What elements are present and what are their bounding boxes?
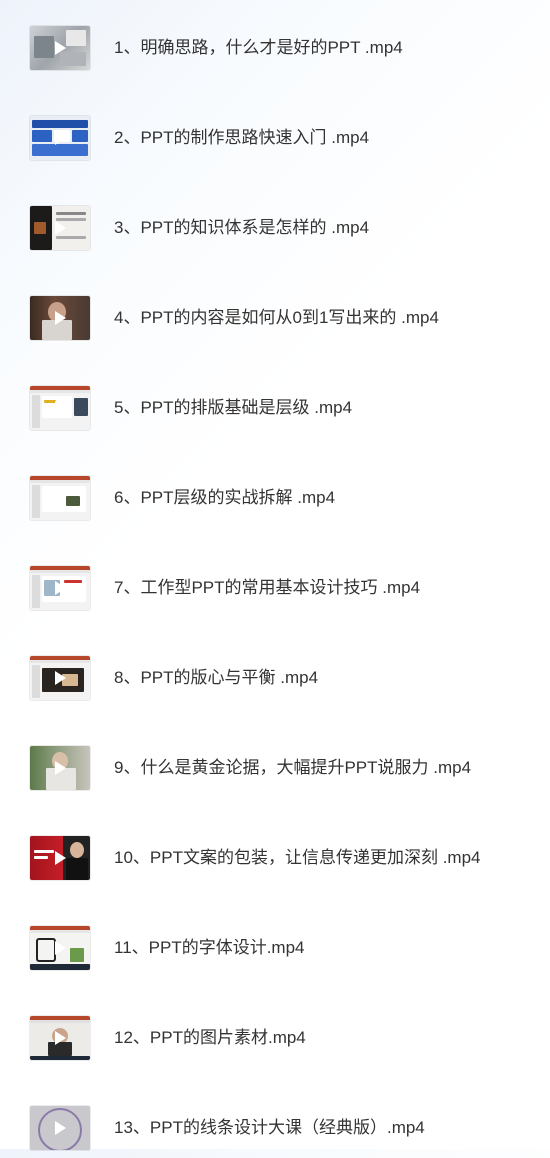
- play-icon[interactable]: [52, 1030, 68, 1046]
- play-icon[interactable]: [52, 220, 68, 236]
- video-item-12[interactable]: 12、PPT的图片素材.mp4: [0, 1008, 550, 1068]
- video-title[interactable]: 3、PPT的知识体系是怎样的 .mp4: [114, 217, 369, 239]
- video-title[interactable]: 4、PPT的内容是如何从0到1写出来的 .mp4: [114, 307, 439, 329]
- video-thumbnail[interactable]: [30, 926, 90, 970]
- video-title[interactable]: 13、PPT的线条设计大课（经典版）.mp4: [114, 1117, 425, 1139]
- video-title[interactable]: 2、PPT的制作思路快速入门 .mp4: [114, 127, 369, 149]
- video-thumbnail[interactable]: [30, 296, 90, 340]
- play-icon[interactable]: [52, 40, 68, 56]
- play-icon[interactable]: [52, 490, 68, 506]
- video-thumbnail[interactable]: [30, 1106, 90, 1150]
- video-item-11[interactable]: 11、PPT的字体设计.mp4: [0, 918, 550, 978]
- video-thumbnail[interactable]: [30, 1016, 90, 1060]
- video-title[interactable]: 1、明确思路，什么才是好的PPT .mp4: [114, 37, 403, 59]
- play-icon[interactable]: [52, 670, 68, 686]
- play-icon[interactable]: [52, 580, 68, 596]
- video-title[interactable]: 7、工作型PPT的常用基本设计技巧 .mp4: [114, 577, 420, 599]
- video-thumbnail[interactable]: [30, 26, 90, 70]
- play-icon[interactable]: [52, 400, 68, 416]
- video-item-5[interactable]: 5、PPT的排版基础是层级 .mp4: [0, 378, 550, 438]
- video-item-2[interactable]: 2、PPT的制作思路快速入门 .mp4: [0, 108, 550, 168]
- video-item-10[interactable]: 10、PPT文案的包装，让信息传递更加深刻 .mp4: [0, 828, 550, 888]
- video-thumbnail[interactable]: [30, 566, 90, 610]
- play-icon[interactable]: [52, 760, 68, 776]
- video-item-13[interactable]: 13、PPT的线条设计大课（经典版）.mp4: [0, 1098, 550, 1158]
- video-title[interactable]: 6、PPT层级的实战拆解 .mp4: [114, 487, 335, 509]
- video-list: 1、明确思路，什么才是好的PPT .mp4 2、PPT的制作思路快速入门 .mp…: [0, 0, 550, 1150]
- video-item-4[interactable]: 4、PPT的内容是如何从0到1写出来的 .mp4: [0, 288, 550, 348]
- video-title[interactable]: 10、PPT文案的包装，让信息传递更加深刻 .mp4: [114, 847, 481, 869]
- video-item-9[interactable]: 9、什么是黄金论据，大幅提升PPT说服力 .mp4: [0, 738, 550, 798]
- video-thumbnail[interactable]: [30, 836, 90, 880]
- video-title[interactable]: 11、PPT的字体设计.mp4: [114, 937, 305, 959]
- video-thumbnail[interactable]: [30, 476, 90, 520]
- video-item-7[interactable]: 7、工作型PPT的常用基本设计技巧 .mp4: [0, 558, 550, 618]
- play-icon[interactable]: [52, 940, 68, 956]
- play-icon[interactable]: [52, 130, 68, 146]
- video-title[interactable]: 12、PPT的图片素材.mp4: [114, 1027, 306, 1049]
- play-icon[interactable]: [52, 310, 68, 326]
- video-thumbnail[interactable]: [30, 116, 90, 160]
- video-title[interactable]: 8、PPT的版心与平衡 .mp4: [114, 667, 318, 689]
- video-item-1[interactable]: 1、明确思路，什么才是好的PPT .mp4: [0, 18, 550, 78]
- play-icon[interactable]: [52, 1120, 68, 1136]
- video-item-8[interactable]: 8、PPT的版心与平衡 .mp4: [0, 648, 550, 708]
- video-item-3[interactable]: 3、PPT的知识体系是怎样的 .mp4: [0, 198, 550, 258]
- video-thumbnail[interactable]: [30, 656, 90, 700]
- video-title[interactable]: 9、什么是黄金论据，大幅提升PPT说服力 .mp4: [114, 757, 471, 779]
- video-title[interactable]: 5、PPT的排版基础是层级 .mp4: [114, 397, 352, 419]
- video-thumbnail[interactable]: [30, 746, 90, 790]
- video-item-6[interactable]: 6、PPT层级的实战拆解 .mp4: [0, 468, 550, 528]
- play-icon[interactable]: [52, 850, 68, 866]
- video-thumbnail[interactable]: [30, 386, 90, 430]
- video-thumbnail[interactable]: [30, 206, 90, 250]
